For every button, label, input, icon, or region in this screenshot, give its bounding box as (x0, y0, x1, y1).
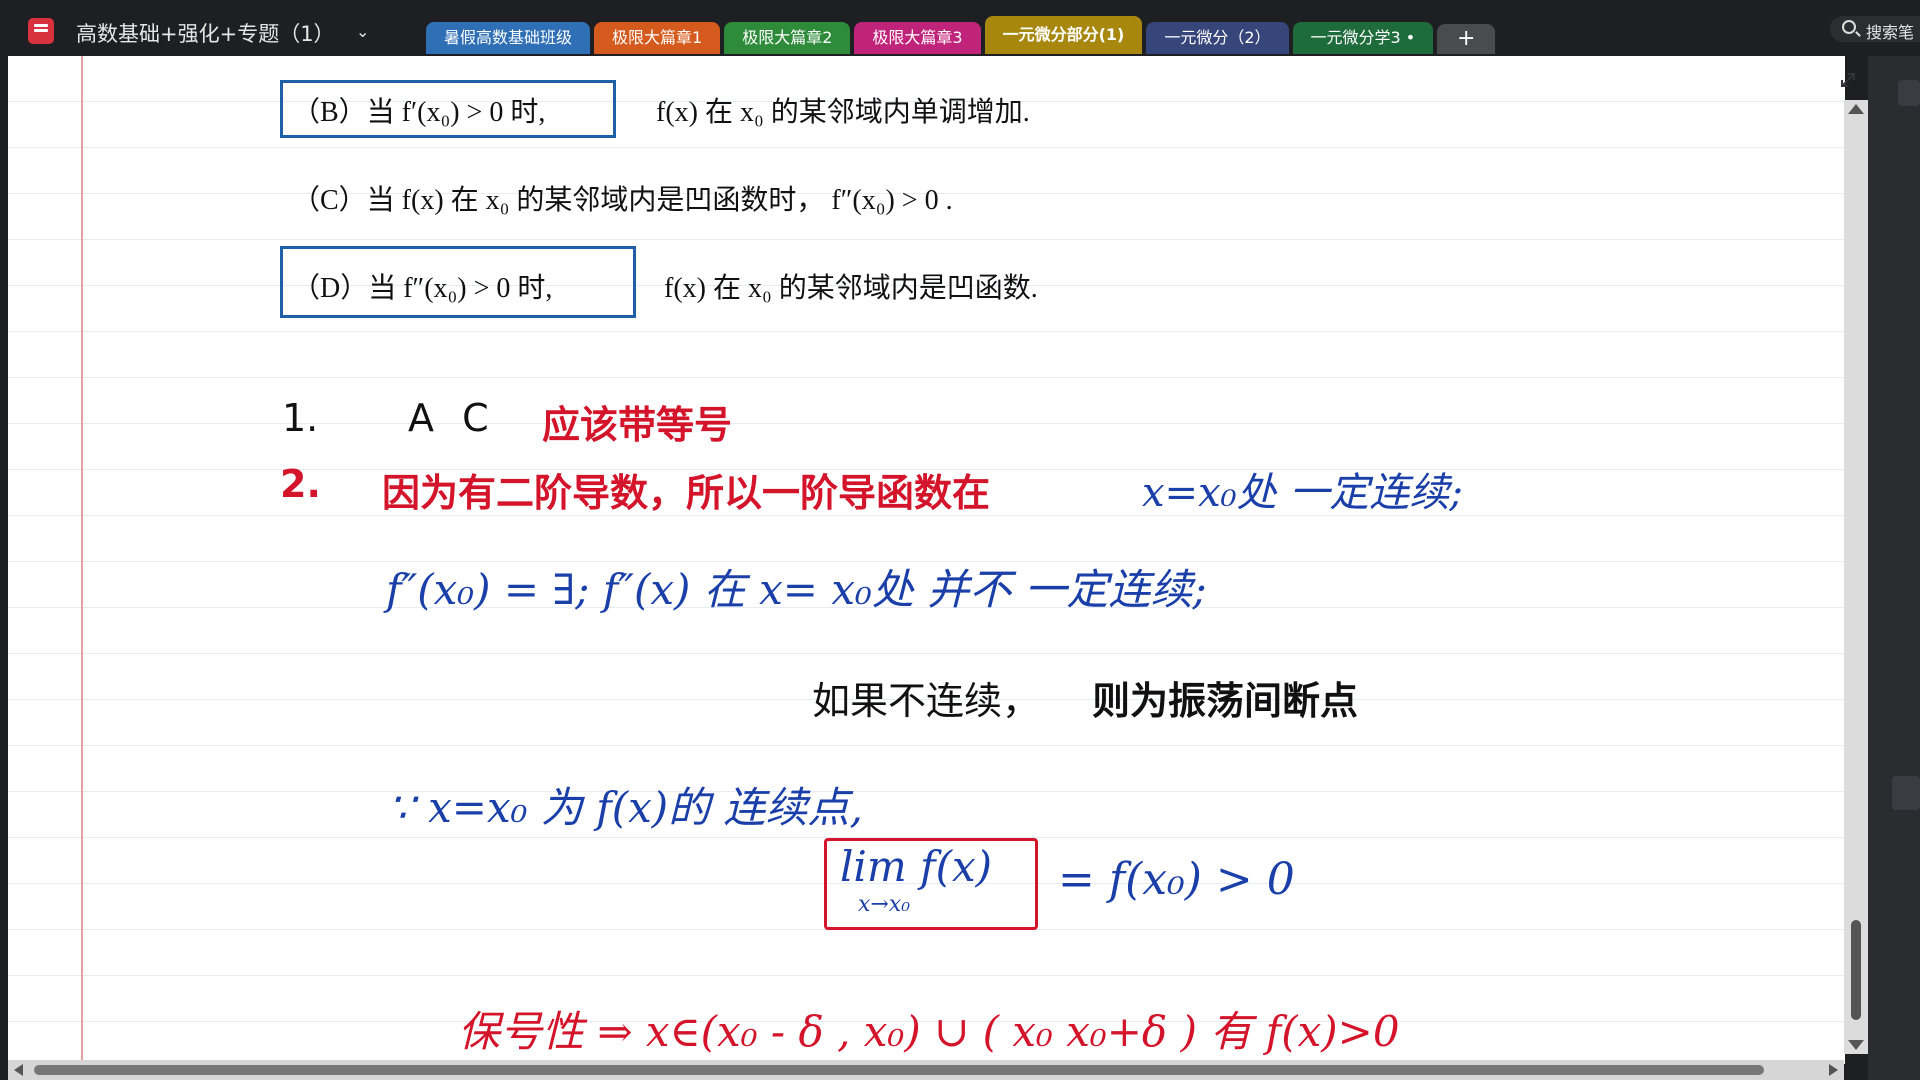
panel-toggle-button[interactable] (1898, 80, 1920, 106)
tab-summer-basics[interactable]: 暑假高数基础班级 (426, 22, 591, 54)
tab-derivative-3[interactable]: 一元微分学3 • (1292, 22, 1434, 54)
note-3-handwriting: f″(x₀) = ∃; f″(x) 在 x= x₀处 并不 一定连续; (386, 565, 1207, 614)
note-page[interactable]: （B）当 f′(x₀) > 0 时, f(x) 在 x₀ 的某邻域内单调增加. … (8, 56, 1845, 1064)
note-4-bold-text: 则为振荡间断点 (1092, 679, 1359, 723)
scroll-right-arrow-icon[interactable] (1829, 1064, 1838, 1076)
scroll-up-arrow-icon[interactable] (1848, 104, 1864, 114)
panel-side-button[interactable] (1892, 776, 1920, 810)
tab-limits-1[interactable]: 极限大篇章1 (594, 22, 721, 54)
vertical-scrollbar[interactable] (1844, 100, 1868, 1054)
tab-limits-2[interactable]: 极限大篇章2 (724, 22, 851, 54)
page-margin-line (81, 56, 83, 1064)
note-2-handwriting: x=x₀处 一定连续; (1142, 470, 1463, 516)
note-2-comment: 因为有二阶导数，所以一阶导函数在 (382, 471, 991, 515)
option-d-conclusion: f(x) 在 x₀ 的某邻域内是凹函数. (664, 273, 1038, 304)
note-2-number: 2. (280, 462, 321, 506)
vertical-scroll-thumb[interactable] (1851, 920, 1861, 1020)
limit-subscript: x→x₀ (858, 892, 911, 917)
scroll-down-arrow-icon[interactable] (1848, 1040, 1864, 1050)
note-1-number: 1. (282, 396, 319, 440)
right-side-panel (1868, 56, 1920, 1080)
horizontal-scrollbar[interactable] (8, 1060, 1844, 1080)
tab-derivative-1[interactable]: 一元微分部分(1) (984, 16, 1143, 54)
search-box[interactable]: 搜索笔 (1830, 16, 1920, 42)
option-b-condition: （B）当 f′(x₀) > 0 时, (292, 97, 546, 128)
option-d-condition: （D）当 f″(x₀) > 0 时, (292, 273, 553, 304)
note-1-answers: A C (408, 396, 497, 440)
tab-derivative-2[interactable]: 一元微分（2） (1146, 22, 1289, 54)
expand-icon[interactable] (1838, 70, 1858, 90)
title-bar: 高数基础+强化+专题（1） ⌄ 暑假高数基础班级 极限大篇章1 极限大篇章2 极… (0, 0, 1920, 56)
search-icon (1842, 20, 1856, 34)
notebook-icon[interactable] (28, 18, 54, 44)
note-1-comment: 应该带等号 (542, 403, 733, 447)
notebook-title[interactable]: 高数基础+强化+专题（1） (76, 18, 335, 48)
limit-result: = f(x₀) > 0 (1058, 854, 1295, 905)
search-label: 搜索笔 (1866, 23, 1915, 42)
note-4-text: 如果不连续， (812, 679, 1041, 723)
chevron-down-icon[interactable]: ⌄ (356, 22, 369, 41)
section-tabs: 暑假高数基础班级 极限大篇章1 极限大篇章2 极限大篇章3 一元微分部分(1) … (426, 16, 1496, 54)
horizontal-scroll-thumb[interactable] (34, 1065, 1764, 1075)
note-5-handwriting: ∵ x=x₀ 为 f(x)的 连续点, (388, 783, 863, 832)
scroll-left-arrow-icon[interactable] (14, 1064, 23, 1076)
add-tab-button[interactable]: + (1437, 24, 1496, 54)
note-7-handwriting: 保号性 ⇒ x∈(x₀ - δ , x₀) ∪ ( x₀ x₀+δ ) 有 f(… (458, 1007, 1400, 1056)
tab-limits-3[interactable]: 极限大篇章3 (854, 22, 981, 54)
limit-expression: lim f(x) (840, 842, 993, 891)
option-c-text: （C）当 f(x) 在 x₀ 的某邻域内是凹函数时， f″(x₀) > 0 . (292, 185, 953, 216)
option-b-conclusion: f(x) 在 x₀ 的某邻域内单调增加. (656, 97, 1030, 128)
